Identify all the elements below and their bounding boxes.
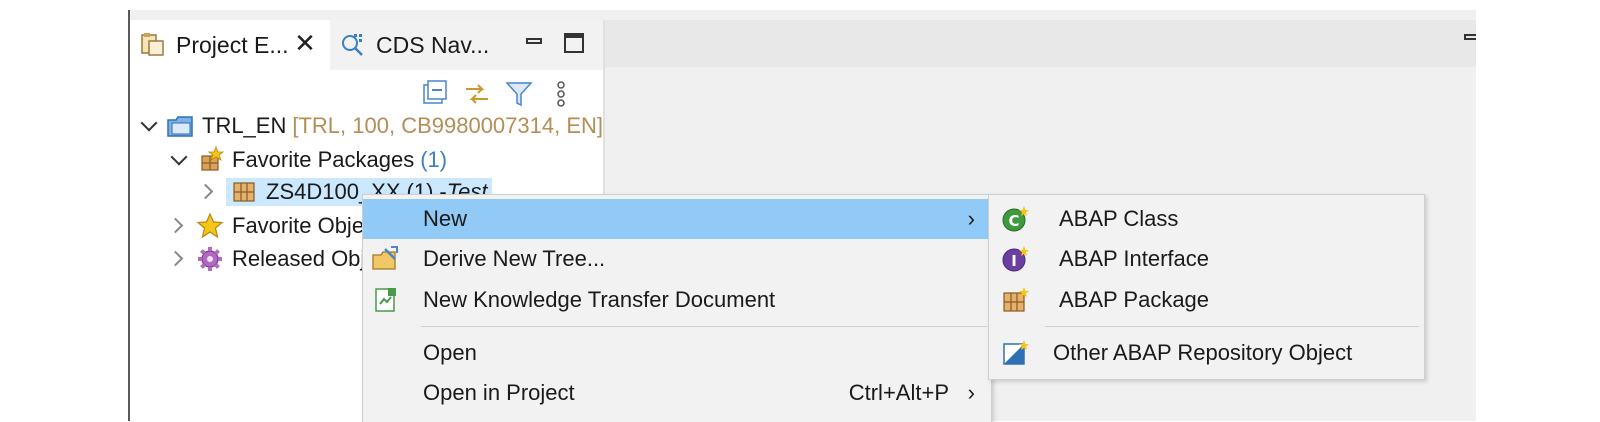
editor-minimize-button[interactable] xyxy=(1464,34,1476,40)
knowledge-transfer-icon xyxy=(371,286,399,314)
project-decoration: [TRL, 100, CB9980007314, EN] xyxy=(292,113,604,138)
abap-project-icon xyxy=(166,112,194,140)
tree-item-released-objects[interactable]: Released Obj xyxy=(170,243,365,275)
context-menu: New › Derive New Tree... New Knowledge T… xyxy=(362,194,992,422)
tree-item-favorite-packages[interactable]: Favorite Packages (1) xyxy=(170,144,447,176)
menu-item-open-in-project[interactable]: Open in Project Ctrl+Alt+P › xyxy=(363,373,989,413)
menu-separator xyxy=(421,326,987,327)
collapse-all-icon[interactable] xyxy=(420,79,450,109)
tab-cds-navigator-label: CDS Nav... xyxy=(376,31,490,58)
favorite-packages-label: Favorite Packages xyxy=(232,147,415,172)
menu-item-open-in-project-label: Open in Project xyxy=(423,380,575,405)
svg-text:I: I xyxy=(1011,252,1017,270)
menu-item-derive-new-tree-label: Derive New Tree... xyxy=(423,246,606,271)
link-with-editor-icon[interactable] xyxy=(462,79,492,109)
collapsed-icon[interactable] xyxy=(200,182,220,202)
editor-tab-bar xyxy=(605,20,1476,67)
submenu-item-other-repository-object-label: Other ABAP Repository Object xyxy=(1053,340,1353,365)
menu-item-open-in-project-shortcut: Ctrl+Alt+P xyxy=(848,380,949,405)
derive-tree-icon xyxy=(371,245,399,273)
project-explorer-icon xyxy=(140,32,166,58)
abap-repository-object-icon xyxy=(1001,339,1029,367)
abap-package-icon xyxy=(1001,286,1029,314)
tree-item-project[interactable]: TRL_EN [TRL, 100, CB9980007314, EN] xyxy=(140,110,603,142)
favorite-packages-icon xyxy=(196,145,225,174)
favorite-packages-count: (1) xyxy=(420,147,448,172)
menu-item-new[interactable]: New › xyxy=(363,199,989,239)
menu-item-new-ktd[interactable]: New Knowledge Transfer Document xyxy=(363,280,989,320)
submenu-arrow-icon: › xyxy=(967,380,975,405)
expand-icon[interactable] xyxy=(170,150,190,170)
submenu-item-other-repository-object[interactable]: Other ABAP Repository Object xyxy=(989,333,1424,373)
released-objects-icon xyxy=(196,245,224,273)
tab-project-explorer-label: Project E... xyxy=(176,31,289,58)
menu-separator xyxy=(1045,326,1419,327)
star-icon xyxy=(196,212,224,240)
favorite-objects-label: Favorite Obje xyxy=(232,213,365,238)
menu-item-new-ktd-label: New Knowledge Transfer Document xyxy=(423,287,776,312)
close-icon[interactable]: ✕ xyxy=(294,30,316,56)
tab-cds-navigator[interactable]: CDS Nav... xyxy=(330,20,500,70)
expand-icon[interactable] xyxy=(140,116,160,136)
package-icon xyxy=(230,178,258,206)
menu-item-open-label: Open xyxy=(423,340,477,365)
view-tab-bar: Project E... ✕ CDS Nav... xyxy=(130,20,603,70)
submenu-arrow-icon: › xyxy=(967,206,975,231)
new-submenu: C ABAP Class I ABAP Interface ABAP Packa… xyxy=(988,194,1425,380)
abap-class-icon: C xyxy=(1001,205,1029,233)
released-objects-label: Released Obj xyxy=(232,246,366,271)
minimize-view-button[interactable] xyxy=(520,30,548,58)
submenu-item-abap-class-label: ABAP Class xyxy=(1059,206,1179,231)
submenu-item-abap-package[interactable]: ABAP Package xyxy=(989,280,1424,320)
submenu-item-abap-interface[interactable]: I ABAP Interface xyxy=(989,239,1424,279)
cds-navigator-icon xyxy=(340,32,366,58)
project-name: TRL_EN xyxy=(202,113,287,138)
filter-icon[interactable] xyxy=(504,79,534,109)
submenu-item-abap-interface-label: ABAP Interface xyxy=(1059,246,1210,271)
menu-item-derive-new-tree[interactable]: Derive New Tree... xyxy=(363,239,989,279)
menu-item-open[interactable]: Open xyxy=(363,333,989,373)
tab-project-explorer[interactable]: Project E... ✕ xyxy=(130,20,330,70)
submenu-item-abap-package-label: ABAP Package xyxy=(1059,287,1210,312)
collapsed-icon[interactable] xyxy=(170,216,190,236)
view-menu-icon[interactable] xyxy=(546,79,576,109)
view-toolbar xyxy=(420,74,576,114)
maximize-view-button[interactable] xyxy=(560,30,588,58)
svg-text:C: C xyxy=(1008,212,1019,230)
tree-item-favorite-objects[interactable]: Favorite Obje xyxy=(170,210,364,242)
menu-item-new-label: New xyxy=(423,206,468,231)
abap-interface-icon: I xyxy=(1001,245,1029,273)
submenu-item-abap-class[interactable]: C ABAP Class xyxy=(989,199,1424,239)
collapsed-icon[interactable] xyxy=(170,249,190,269)
